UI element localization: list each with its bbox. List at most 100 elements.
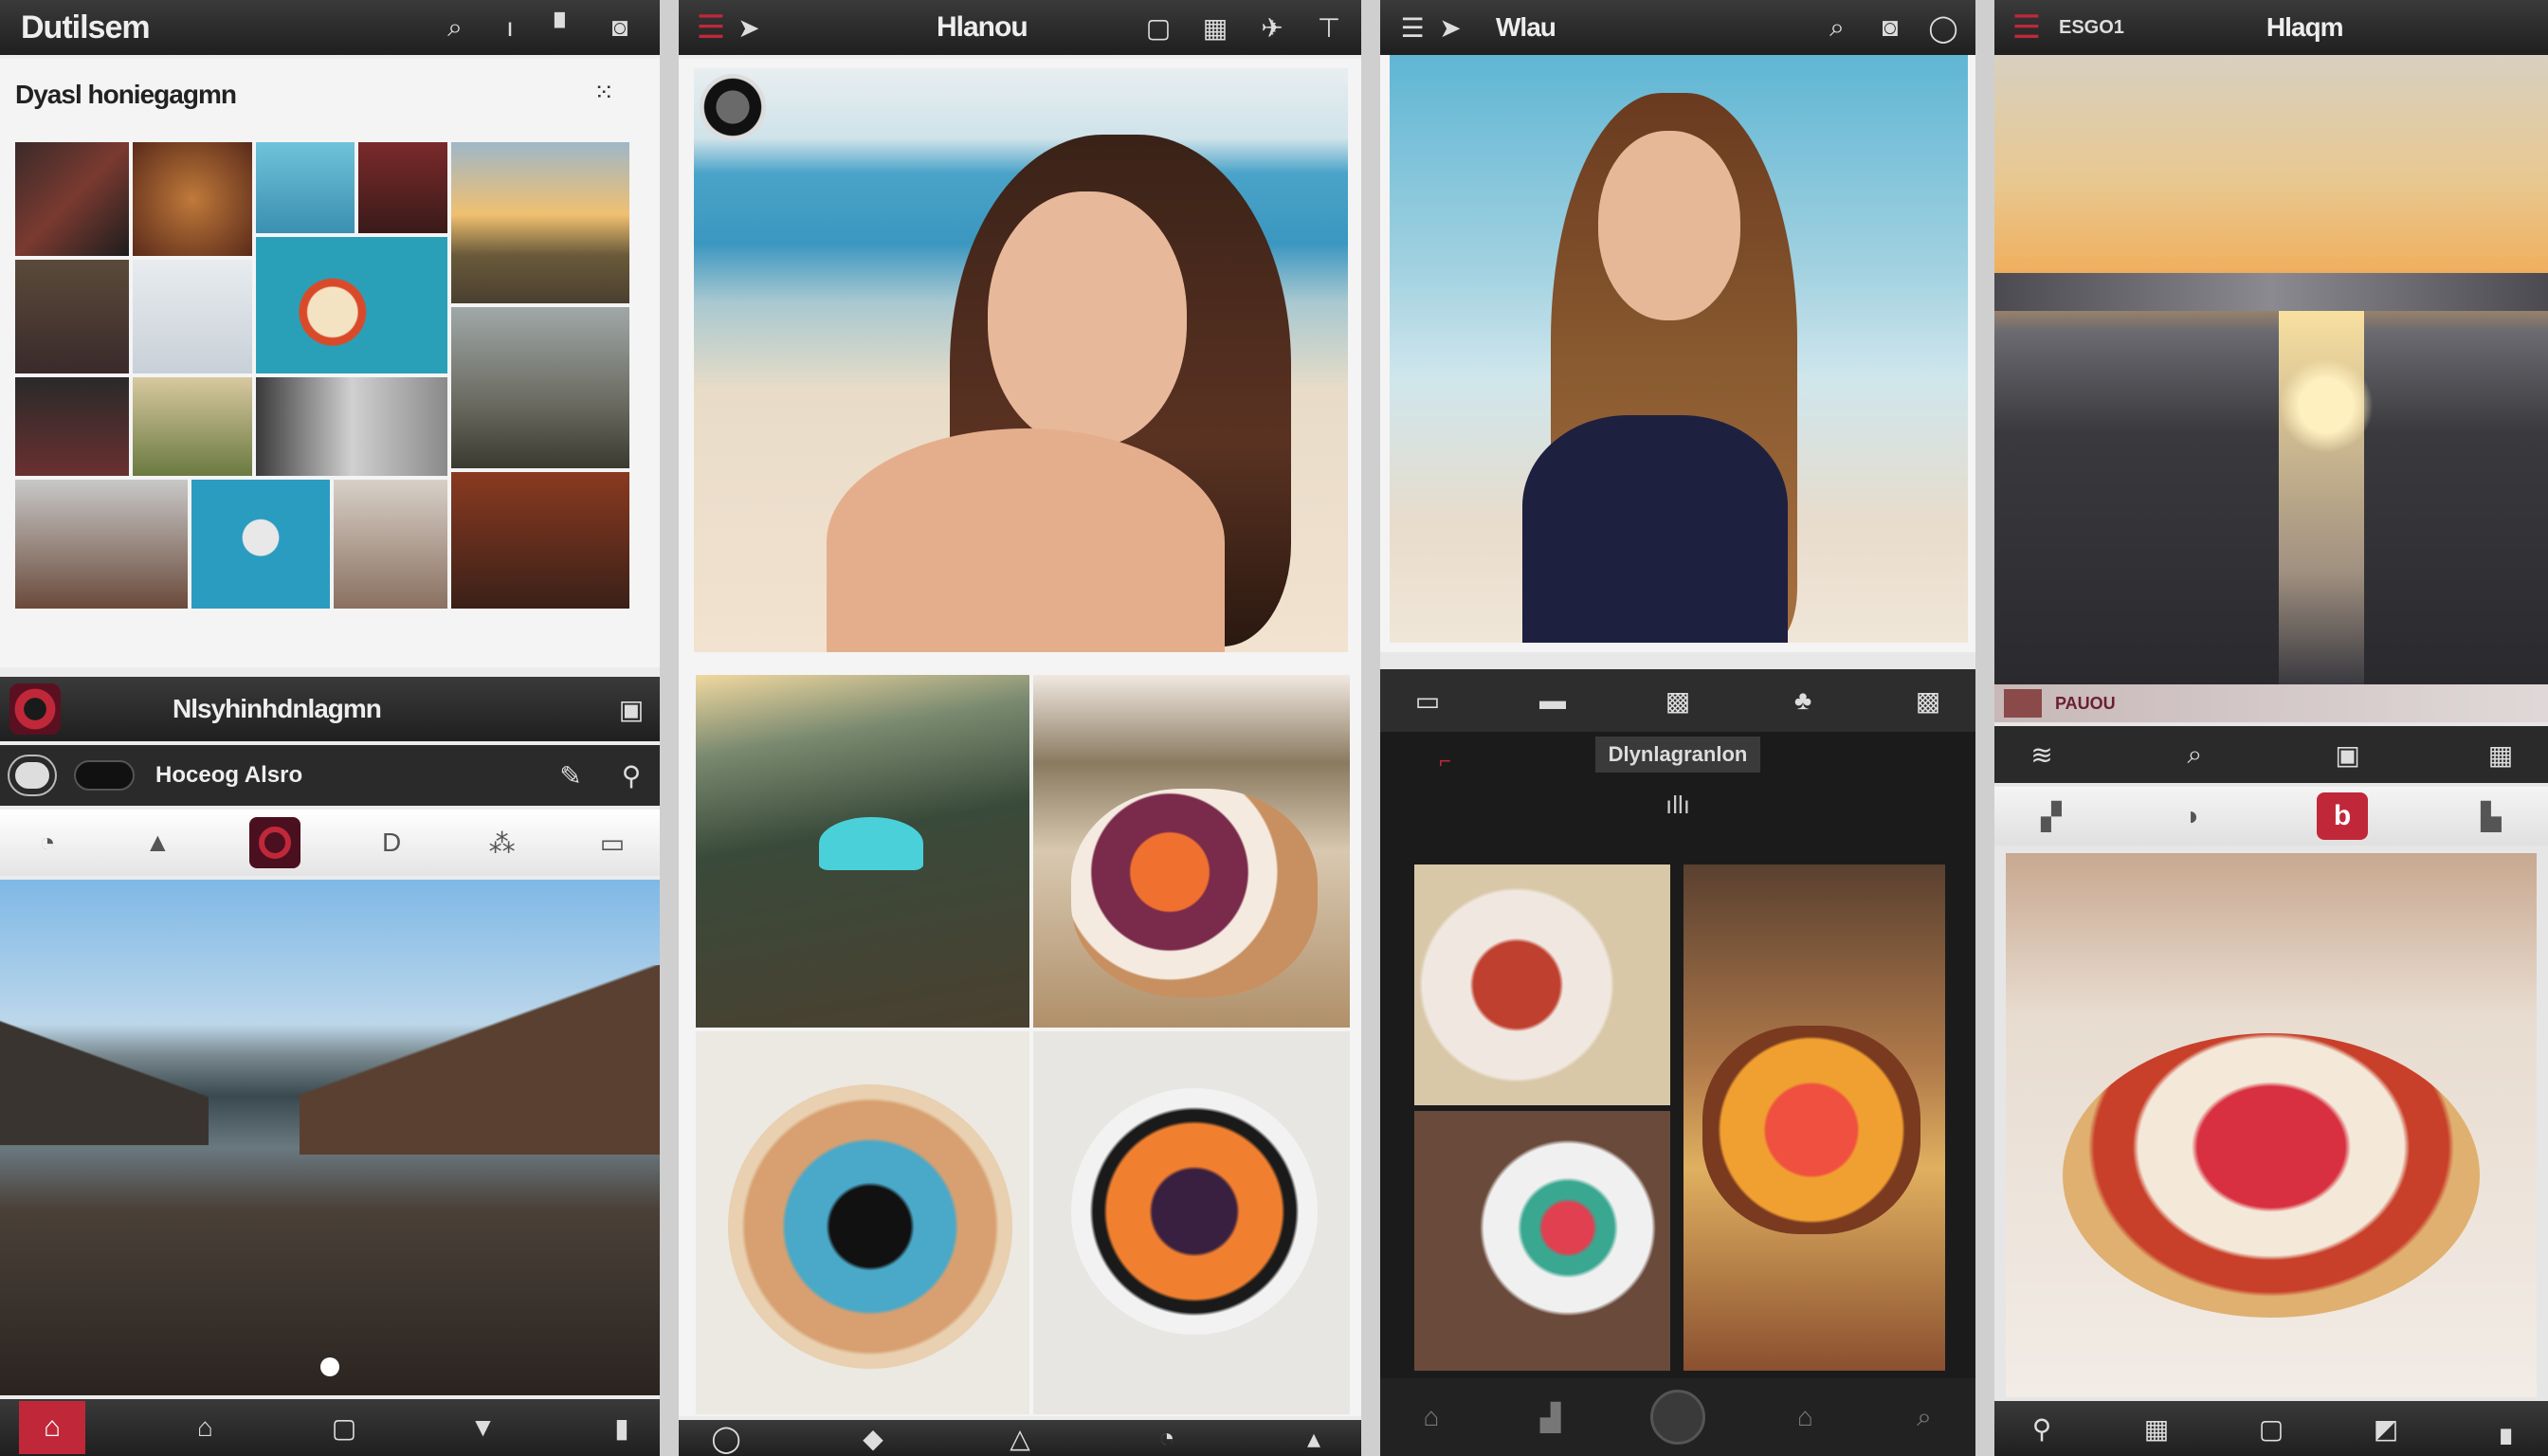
nav-stats-icon[interactable]: ▗ [2482,1410,2520,1447]
menu-icon[interactable]: ☰ [692,9,730,46]
search-icon[interactable]: ⌕ [1818,9,1856,46]
tab-folder-icon[interactable]: ▙ [2472,797,2510,835]
tab-profile-icon[interactable]: ⁂ [483,824,521,862]
close-icon[interactable]: ⌐ [1439,749,1451,774]
collage-photo[interactable] [451,142,629,303]
collage-photo[interactable] [15,377,129,476]
tab-activity-icon[interactable]: D [373,824,410,862]
menu-icon[interactable]: ☰ [1393,9,1431,46]
folder-icon[interactable]: ▬ [1534,682,1572,719]
panel-3: ☰ ➤ Wlau ⌕ ◙ ◯ ▭ ▬ ▩ ♣ ▩ Dlynlagranlon ⌐… [1380,0,1975,1456]
collage-photo[interactable] [133,260,252,373]
pin-icon[interactable]: ⚲ [612,756,650,794]
collage-photo[interactable] [256,142,355,233]
grid-photo[interactable] [1033,1031,1350,1414]
calendar-icon[interactable]: ▦ [1196,9,1234,46]
grid-photo[interactable] [696,1031,1029,1414]
panel-1-bottom-nav: ⌂ ⌂ ▢ ▼ ▮ [0,1399,660,1456]
image-icon[interactable]: ▣ [2329,736,2367,774]
nav-search-icon[interactable]: ⌕ [1905,1398,1943,1436]
tab-home-icon[interactable]: ◔ [28,824,66,862]
tab-camera-icon[interactable] [248,817,300,868]
nav-profile-icon[interactable]: ▴ [1295,1419,1333,1456]
image-icon[interactable]: ▣ [612,690,650,728]
portrait-photo[interactable] [694,68,1348,652]
tab-more-icon[interactable]: ▭ [593,824,631,862]
nav-shop-icon[interactable]: ⌂ [1787,1398,1825,1436]
grid-photo[interactable] [1033,675,1350,1028]
circle-icon[interactable]: ◯ [1924,9,1962,46]
menu-icon[interactable]: ☰ [2008,9,2046,46]
nav-camera-icon[interactable]: ▢ [2252,1410,2290,1447]
grid-photo[interactable] [696,675,1029,1028]
panel-4-strip: PAUOU [1994,684,2548,722]
bars-icon[interactable]: ıllı [1665,791,1690,820]
panel-4-bottom-nav: ⚲ ▦ ▢ ◩ ▗ [1994,1401,2548,1456]
nav-location-icon[interactable]: ⚲ [2023,1410,2061,1447]
send-icon[interactable]: ✈ [1253,9,1291,46]
toggle-icon[interactable] [74,760,135,791]
tab-explore-icon[interactable]: ◗ [2175,797,2212,835]
portrait-photo[interactable] [1390,55,1968,643]
collage-photo[interactable] [256,377,447,476]
collage-photo[interactable] [133,142,252,256]
bag-icon[interactable]: ▩ [1909,682,1947,719]
grid-photo[interactable] [1414,864,1670,1105]
nav-heart-icon[interactable]: ◔ [1148,1419,1186,1456]
collage-photo[interactable] [15,142,129,256]
grid-icon[interactable]: ⁙ [593,78,614,107]
collage-photo[interactable] [334,480,447,609]
collage-photo[interactable] [191,480,330,609]
grid-photo[interactable] [1684,864,1945,1371]
panel-1-row-label: Hoceog Alsro [155,762,303,788]
tray-icon[interactable]: ▭ [1409,682,1447,719]
grid-photo[interactable] [1414,1111,1670,1371]
sunset-photo[interactable] [1994,55,2548,684]
collage-photo[interactable] [15,480,188,609]
nav-search-icon[interactable]: ◆ [854,1419,892,1456]
back-icon[interactable]: ➤ [730,9,768,46]
search-icon[interactable]: ⌕ [2175,736,2213,774]
tab-home-icon[interactable]: ▞ [2032,797,2070,835]
nav-heart-icon[interactable]: ▼ [464,1409,502,1447]
nav-home-icon[interactable]: ◯ [707,1419,745,1456]
camera-icon[interactable]: ◙ [601,9,639,46]
bookmark-icon[interactable]: ▘ [546,9,584,46]
nav-camera-icon[interactable] [1650,1390,1705,1445]
back-icon[interactable]: ➤ [1431,9,1469,46]
nav-shop-icon[interactable]: ▦ [2138,1410,2175,1447]
edit-icon[interactable]: ≋ [2023,736,2061,774]
landscape-photo[interactable] [0,880,660,1395]
nav-search-icon[interactable]: ⌂ [187,1409,225,1447]
collage-photo[interactable] [256,237,447,373]
chart-icon[interactable]: ▩ [1659,682,1697,719]
collage-photo[interactable] [451,307,629,468]
nav-camera-icon[interactable]: △ [1001,1419,1039,1456]
nav-camera-icon[interactable]: ▢ [325,1409,363,1447]
panel-2-portrait-card [679,59,1361,667]
avatar[interactable] [700,74,766,140]
avatar[interactable] [2004,689,2042,718]
nav-profile-icon[interactable]: ▮ [603,1409,641,1447]
tab-active-icon[interactable]: b [2317,792,2368,840]
search-icon[interactable]: ⌕ [436,9,474,46]
nav-home-icon[interactable]: ⌂ [1412,1398,1450,1436]
collage-photo[interactable] [451,472,629,609]
camera-icon[interactable]: ◙ [1871,9,1909,46]
profile-ring-icon[interactable] [9,683,61,735]
bell-icon[interactable]: ♣ [1784,682,1822,719]
nav-stats-icon[interactable]: ▟ [1532,1398,1570,1436]
collage-photo[interactable] [15,260,129,373]
collage-photo[interactable] [133,377,252,476]
pin-icon[interactable]: ⊤ [1310,9,1348,46]
square-icon[interactable]: ▢ [1139,9,1177,46]
collage-photo[interactable] [358,142,447,233]
grid-icon[interactable]: ▦ [2482,736,2520,774]
tab-explore-icon[interactable]: ▲ [138,824,176,862]
nav-home-icon[interactable]: ⌂ [19,1401,85,1454]
nav-image-icon[interactable]: ◩ [2367,1410,2405,1447]
avatar[interactable] [9,756,55,794]
dessert-photo[interactable] [2006,853,2537,1397]
chat-icon[interactable]: ✎ [552,756,590,794]
filter-icon[interactable]: ı [491,9,529,46]
